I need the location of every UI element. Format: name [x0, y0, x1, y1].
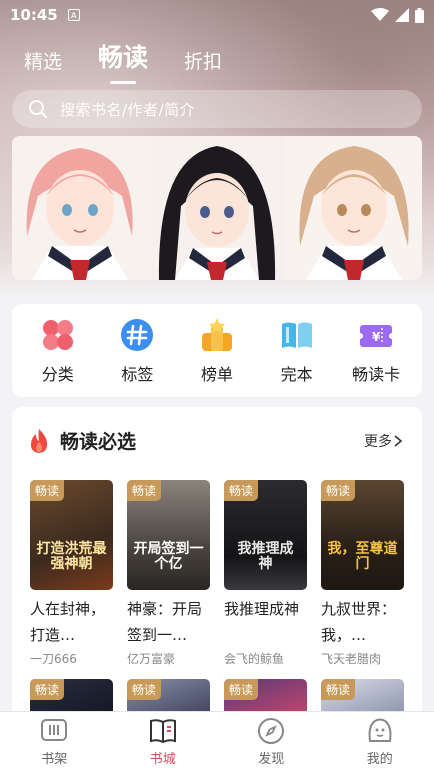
- quick-label: 完本: [280, 364, 313, 384]
- book-list: 畅读 打造洪荒最强神朝 人在封神，打造… 一刀666 畅读 开局签到一个亿 神豪…: [12, 454, 422, 667]
- book-tag: 畅读: [321, 480, 356, 501]
- tab-changdu[interactable]: 畅读: [98, 38, 148, 74]
- banner-character-3: [286, 136, 422, 280]
- promo-banner[interactable]: [12, 136, 422, 280]
- status-time: 10:45: [10, 6, 58, 24]
- nav-profile[interactable]: 我的: [340, 716, 420, 767]
- nav-label: 发现: [258, 752, 285, 767]
- search-icon: [29, 100, 48, 119]
- flame-icon: [30, 428, 48, 453]
- must-read-section: 畅读必选 更多 畅读 打造洪荒最强神朝 人在封神，打造… 一刀666 畅读 开局…: [12, 407, 422, 717]
- book-tag: 畅读: [127, 679, 162, 700]
- wifi-icon: [371, 8, 389, 21]
- quick-finished[interactable]: 完本: [262, 317, 332, 385]
- quick-label: 畅读卡: [352, 364, 401, 384]
- cover-title: 我，至尊道门: [327, 541, 398, 572]
- quick-ranking[interactable]: 榜单: [182, 317, 252, 385]
- quick-actions: 分类 标签 榜单 完本 ¥ 畅读卡: [12, 304, 422, 397]
- signal-icon: [395, 8, 409, 22]
- ticket-icon: ¥: [358, 324, 395, 347]
- book-cover: 畅读 打造洪荒最强神朝: [30, 480, 113, 590]
- tab-featured[interactable]: 精选: [24, 47, 62, 74]
- book-tag: 畅读: [224, 480, 259, 501]
- quick-category[interactable]: 分类: [23, 317, 93, 385]
- book-card[interactable]: 畅读 打造洪荒最强神朝 人在封神，打造… 一刀666: [30, 480, 113, 667]
- book-title: 九叔世界：我，…: [321, 600, 397, 644]
- cover-title: 打造洪荒最强神朝: [36, 541, 107, 572]
- profile-icon: [368, 718, 392, 742]
- category-icon: [42, 319, 73, 350]
- book-tag: 畅读: [224, 679, 259, 700]
- svg-text:¥: ¥: [372, 330, 381, 344]
- bookstore-icon: [149, 719, 176, 744]
- status-bar: 10:45 A: [0, 0, 434, 30]
- book-author: 会飞的鲸鱼: [224, 652, 285, 666]
- chevron-right-icon: [394, 434, 403, 447]
- tab-discount[interactable]: 折扣: [184, 47, 222, 74]
- search-placeholder: 搜索书名/作者/简介: [60, 100, 196, 119]
- book-author: 亿万富豪: [127, 652, 176, 666]
- compass-icon: [258, 718, 285, 744]
- nav-bookshelf[interactable]: 书架: [14, 716, 94, 767]
- quick-tags[interactable]: 标签: [102, 317, 172, 385]
- quick-label: 分类: [41, 364, 74, 384]
- book-cover: 畅读 我，至尊道门: [321, 480, 404, 590]
- more-link[interactable]: 更多: [364, 431, 404, 451]
- book-tag: 畅读: [30, 480, 65, 501]
- battery-icon: [415, 7, 424, 23]
- bookshelf-icon: [41, 719, 68, 741]
- nav-label: 我的: [366, 752, 393, 767]
- book-card[interactable]: 畅读 我，至尊道门 九叔世界：我，… 飞天老腊肉: [321, 480, 404, 667]
- status-indicators: [371, 7, 424, 23]
- book-author: 飞天老腊肉: [321, 652, 382, 666]
- nav-discover[interactable]: 发现: [231, 716, 311, 767]
- section-title: 畅读必选: [60, 431, 137, 453]
- nav-bookstore[interactable]: 书城: [123, 716, 203, 767]
- book-author: 一刀666: [30, 652, 77, 666]
- book-card[interactable]: 畅读 我推理成神 我推理成神 会飞的鲸鱼: [224, 480, 307, 667]
- nav-label: 书架: [41, 752, 68, 767]
- quick-label: 榜单: [200, 364, 233, 384]
- banner-character-1: [12, 136, 149, 280]
- top-tabs: 精选 畅读 折扣: [24, 38, 222, 74]
- book-title: 我推理成神: [224, 600, 300, 618]
- book-cover: 畅读 我推理成神: [224, 480, 307, 590]
- book-tag: 畅读: [127, 480, 162, 501]
- book-tag: 畅读: [30, 679, 65, 700]
- bottom-nav: 书架 书城 发现 我的: [0, 711, 434, 771]
- section-header: 畅读必选 更多: [12, 407, 422, 454]
- banner-character-2: [149, 136, 286, 280]
- quick-label: 标签: [121, 364, 154, 384]
- ranking-icon: [201, 317, 232, 351]
- cover-title: 我推理成神: [237, 541, 294, 572]
- hashtag-icon: [121, 318, 154, 351]
- quick-reading-card[interactable]: ¥ 畅读卡: [341, 317, 411, 385]
- book-tag: 畅读: [321, 679, 356, 700]
- more-label: 更多: [364, 433, 392, 450]
- nav-label: 书城: [149, 752, 176, 767]
- cover-title: 开局签到一个亿: [133, 541, 204, 572]
- notification-icon: A: [67, 9, 80, 21]
- book-icon: [281, 322, 312, 348]
- book-cover: 畅读 开局签到一个亿: [127, 480, 210, 590]
- book-title: 人在封神，打造…: [30, 600, 106, 644]
- book-title: 神豪：开局签到一…: [127, 600, 203, 644]
- search-bar[interactable]: 搜索书名/作者/简介: [12, 90, 422, 128]
- book-card[interactable]: 畅读 开局签到一个亿 神豪：开局签到一… 亿万富豪: [127, 480, 210, 667]
